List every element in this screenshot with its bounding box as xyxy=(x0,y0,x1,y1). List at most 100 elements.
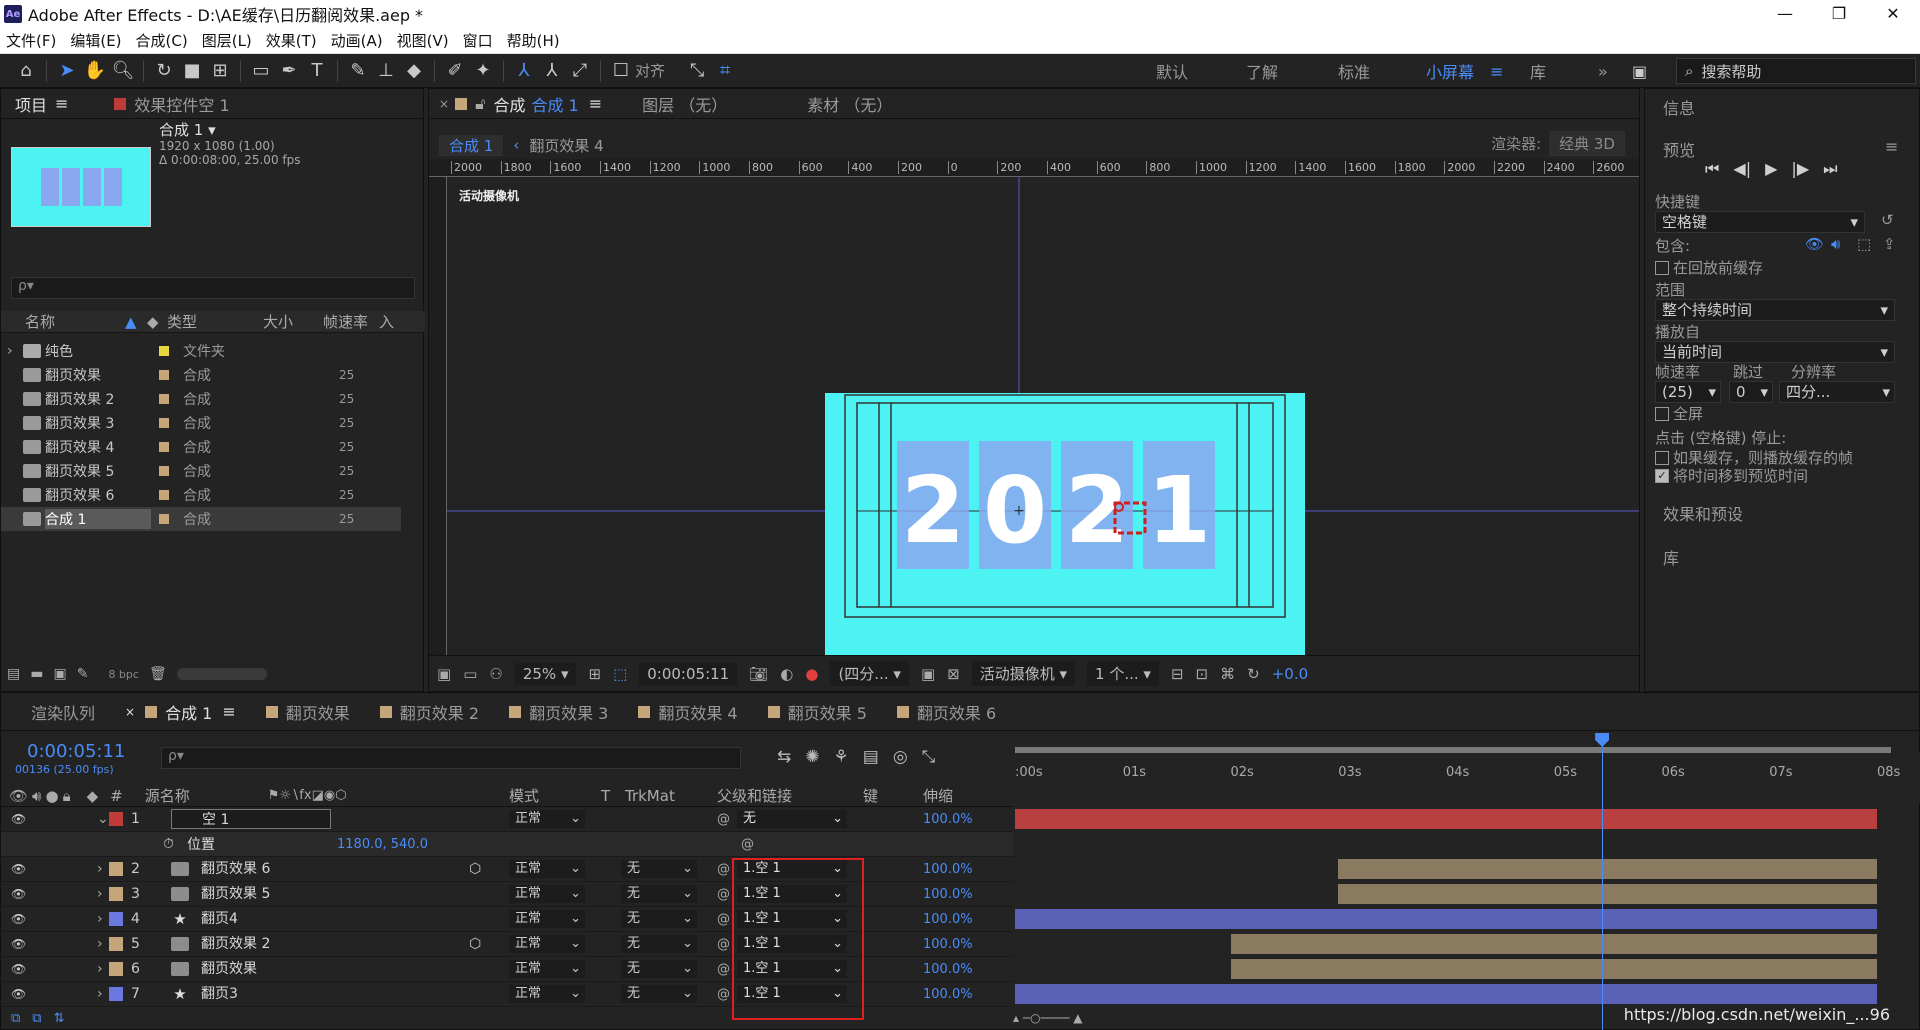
trackmatte-select[interactable]: 无 ⌄ xyxy=(621,910,697,928)
play-from-select[interactable]: 当前时间 ▾ xyxy=(1655,341,1895,363)
label-swatch[interactable] xyxy=(109,937,123,951)
zoom-tool-icon[interactable]: 🔍︎ xyxy=(109,57,137,85)
stretch-value[interactable]: 100.0% xyxy=(923,962,973,977)
layer-duration-bar[interactable] xyxy=(1015,809,1877,829)
composition-canvas[interactable]: 活动摄像机 2 0 2 1 + xyxy=(447,177,1639,655)
stretch-value[interactable]: 100.0% xyxy=(923,812,973,827)
visibility-eye-icon[interactable]: 👁︎ xyxy=(11,912,27,926)
workspace-small-screen[interactable]: 小屏幕 xyxy=(1426,54,1474,88)
flowchart-icon[interactable]: ⌘ xyxy=(1220,665,1235,683)
overlay-icon[interactable]: ⬚ xyxy=(1857,235,1871,253)
fullscreen-checkbox[interactable]: 全屏 xyxy=(1655,403,1703,424)
tab-flip-effect-5[interactable]: 翻页效果 5 xyxy=(767,700,867,724)
list-item[interactable]: 翻页效果 5 合成 25 xyxy=(1,459,401,483)
layer-duration-bar[interactable] xyxy=(1230,934,1877,954)
move-time-checkbox[interactable]: ✓ 将时间移到预览时间 xyxy=(1655,465,1808,486)
trash-icon[interactable]: 🗑︎ xyxy=(149,666,167,682)
list-item[interactable]: › 纯色 文件夹 xyxy=(1,339,401,363)
world-axis-icon[interactable]: ⅄ xyxy=(538,57,566,85)
layer-duration-bar[interactable] xyxy=(1015,909,1877,929)
col-framerate[interactable]: 帧速率 xyxy=(323,311,379,332)
always-preview-icon[interactable]: ▣ xyxy=(437,665,451,683)
in-out-toggle-icon[interactable]: ⇅ xyxy=(54,1011,65,1029)
interpret-footage-icon[interactable]: ▤ xyxy=(7,666,20,682)
parent-select[interactable]: 无 ⌄ xyxy=(737,810,847,828)
graph-editor-icon[interactable]: ⤡ xyxy=(922,747,936,767)
visibility-eye-icon[interactable]: 👁︎ xyxy=(11,812,27,826)
rectangle-tool-icon[interactable]: ▭ xyxy=(247,57,275,85)
layer-duration-bar[interactable] xyxy=(1230,959,1877,979)
layer-name[interactable]: 翻页效果 2 xyxy=(171,934,331,954)
list-item[interactable]: 翻页效果 4 合成 25 xyxy=(1,435,401,459)
tab-project[interactable]: 项目 ≡ xyxy=(15,92,68,116)
blend-mode-select[interactable]: 正常 ⌄ xyxy=(509,810,585,828)
roto-brush-tool-icon[interactable]: ✐ xyxy=(441,57,469,85)
menu-window[interactable]: 窗口 xyxy=(463,30,493,51)
panel-menu-icon[interactable]: ≡ xyxy=(222,702,235,721)
time-ruler[interactable]: :00s 01s 02s 03s 04s 05s 06s 07s 08s xyxy=(1013,753,1920,803)
view-layout-select[interactable]: 1 个... ▾ xyxy=(1087,661,1159,686)
thumbnail-size-slider[interactable] xyxy=(176,668,267,680)
trackmatte-select[interactable]: 无 ⌄ xyxy=(621,960,697,978)
list-item[interactable]: 翻页效果 2 合成 25 xyxy=(1,387,401,411)
blend-mode-select[interactable]: 正常 ⌄ xyxy=(509,910,585,928)
resolution-select[interactable]: 四分... ▾ xyxy=(1779,381,1895,403)
3d-layer-icon[interactable]: ⬡ xyxy=(469,936,481,952)
reset-exposure-icon[interactable]: ↻ xyxy=(1247,665,1260,683)
resolution-select[interactable]: (四分... ▾ xyxy=(830,661,909,686)
layer-name[interactable]: 翻页效果 5 xyxy=(171,884,331,904)
preview-panel-title[interactable]: 预览 xyxy=(1663,137,1695,161)
stretch-value[interactable]: 100.0% xyxy=(923,862,973,877)
play-icon[interactable]: ▶ xyxy=(1765,159,1777,179)
list-item[interactable]: 合成 1 合成 25 xyxy=(1,507,401,531)
blend-mode-select[interactable]: 正常 ⌄ xyxy=(509,885,585,903)
label-swatch[interactable] xyxy=(159,346,169,356)
menu-animation[interactable]: 动画(A) xyxy=(331,30,383,51)
tab-flip-effect-2[interactable]: 翻页效果 2 xyxy=(379,700,479,724)
pickwhip-icon[interactable]: @ xyxy=(717,912,730,927)
workspace-panel-icon[interactable]: ▣ xyxy=(1632,54,1647,88)
tab-render-queue[interactable]: 渲染队列 xyxy=(31,700,95,724)
menu-edit[interactable]: 编辑(E) xyxy=(70,30,121,51)
tab-composition[interactable]: 🔓︎ 合成 合成 1 ≡ xyxy=(455,92,602,116)
color-channels-icon[interactable]: ● xyxy=(805,665,818,683)
shortcut-select[interactable]: 空格键 ▾ xyxy=(1655,211,1865,233)
libraries-title[interactable]: 库 xyxy=(1663,545,1679,569)
col-type[interactable]: 类型 xyxy=(167,311,263,332)
new-folder-icon[interactable]: ▬ xyxy=(30,666,43,682)
3d-view-icon[interactable]: ⊡ xyxy=(1196,665,1209,683)
label-swatch[interactable] xyxy=(159,418,169,428)
monitor-icon[interactable]: ▭ xyxy=(463,665,477,683)
panel-menu-icon[interactable]: ≡ xyxy=(589,94,602,113)
zoom-select[interactable]: 25% ▾ xyxy=(514,662,577,685)
visibility-eye-icon[interactable]: 👁︎ xyxy=(11,887,27,901)
pen-tool-icon[interactable]: ✒ xyxy=(275,57,303,85)
fast-preview-icon[interactable]: ▣ xyxy=(921,665,935,683)
menu-file[interactable]: 文件(F) xyxy=(6,30,56,51)
stretch-value[interactable]: 100.0% xyxy=(923,937,973,952)
label-swatch[interactable] xyxy=(109,987,123,1001)
current-time-display[interactable]: 0:00:05:11 xyxy=(639,662,738,685)
comp-mini-flowchart-icon[interactable]: ⇆ xyxy=(777,747,791,767)
trackmatte-select[interactable]: 无 ⌄ xyxy=(621,935,697,953)
breadcrumb-active[interactable]: 合成 1 xyxy=(439,134,504,156)
layer-row[interactable]: 👁︎ ⌄ 1 空 1 正常 ⌄ @ 无 ⌄ 100.0% xyxy=(1,807,1013,832)
chevron-right-icon[interactable]: › xyxy=(97,936,103,952)
workspace-standard[interactable]: 标准 xyxy=(1338,54,1370,88)
bpc-button[interactable]: 8 bpc xyxy=(108,668,139,681)
label-swatch[interactable] xyxy=(159,370,169,380)
blend-mode-select[interactable]: 正常 ⌄ xyxy=(509,985,585,1003)
adjust-icon[interactable]: ✎ xyxy=(77,666,89,682)
region-icon[interactable]: ⬚ xyxy=(613,665,627,683)
visibility-eye-icon[interactable]: 👁︎ xyxy=(11,962,27,976)
export-icon[interactable]: ⇪ xyxy=(1883,235,1896,253)
pickwhip-icon[interactable]: @ xyxy=(717,887,730,902)
menu-effect[interactable]: 效果(T) xyxy=(266,30,317,51)
lock-icon[interactable]: 🔓︎ xyxy=(475,94,485,114)
new-composition-icon[interactable]: ▣ xyxy=(53,666,66,682)
snapping-checkbox[interactable]: ☐ xyxy=(607,57,635,85)
show-snapshot-icon[interactable]: ◐ xyxy=(780,665,793,683)
blend-mode-select[interactable]: 正常 ⌄ xyxy=(509,935,585,953)
list-item[interactable]: 翻页效果 3 合成 25 xyxy=(1,411,401,435)
chevron-right-icon[interactable]: › xyxy=(97,961,103,977)
